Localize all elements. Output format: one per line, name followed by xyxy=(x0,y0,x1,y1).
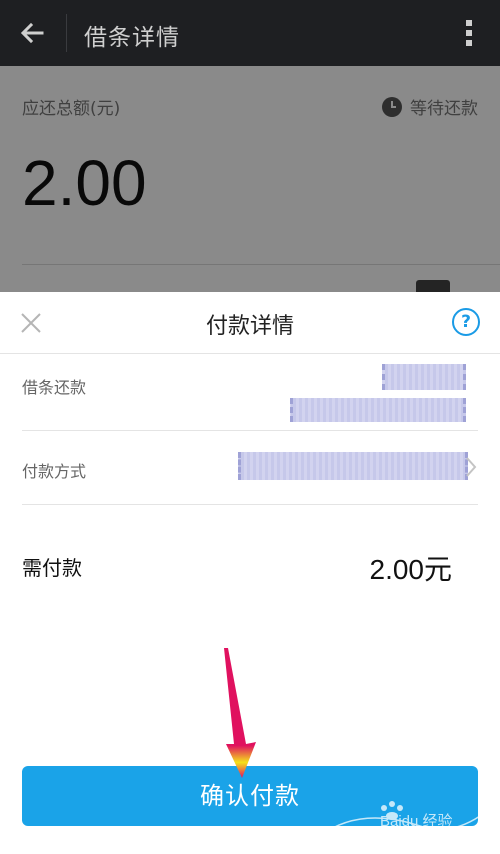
watermark-text: Baidu 经验 xyxy=(380,813,453,830)
sheet-header: 付款详情 ? xyxy=(0,292,500,354)
dim-overlay[interactable] xyxy=(0,66,500,292)
redacted-info xyxy=(290,398,466,422)
repayment-label: 借条还款 xyxy=(22,378,87,397)
help-icon[interactable]: ? xyxy=(452,308,480,336)
app-bar: 借条详情 xyxy=(0,0,500,66)
more-vert-icon[interactable] xyxy=(464,18,474,48)
row-divider xyxy=(22,430,478,431)
amount-due-value: 2.00元 xyxy=(369,554,453,585)
amount-due-label: 需付款 xyxy=(22,556,82,580)
sheet-title: 付款详情 xyxy=(205,314,294,339)
baidu-watermark: Baidu 经验 xyxy=(300,796,490,846)
redacted-payment-method xyxy=(238,452,468,480)
appbar-divider xyxy=(66,14,67,52)
pointer-arrow-icon xyxy=(224,648,256,778)
chevron-right-icon[interactable] xyxy=(464,456,478,478)
row-divider xyxy=(22,504,478,505)
redacted-info xyxy=(382,364,466,390)
page-title: 借条详情 xyxy=(84,25,180,51)
payment-method-label: 付款方式 xyxy=(22,462,87,481)
back-arrow-icon[interactable] xyxy=(16,17,48,49)
